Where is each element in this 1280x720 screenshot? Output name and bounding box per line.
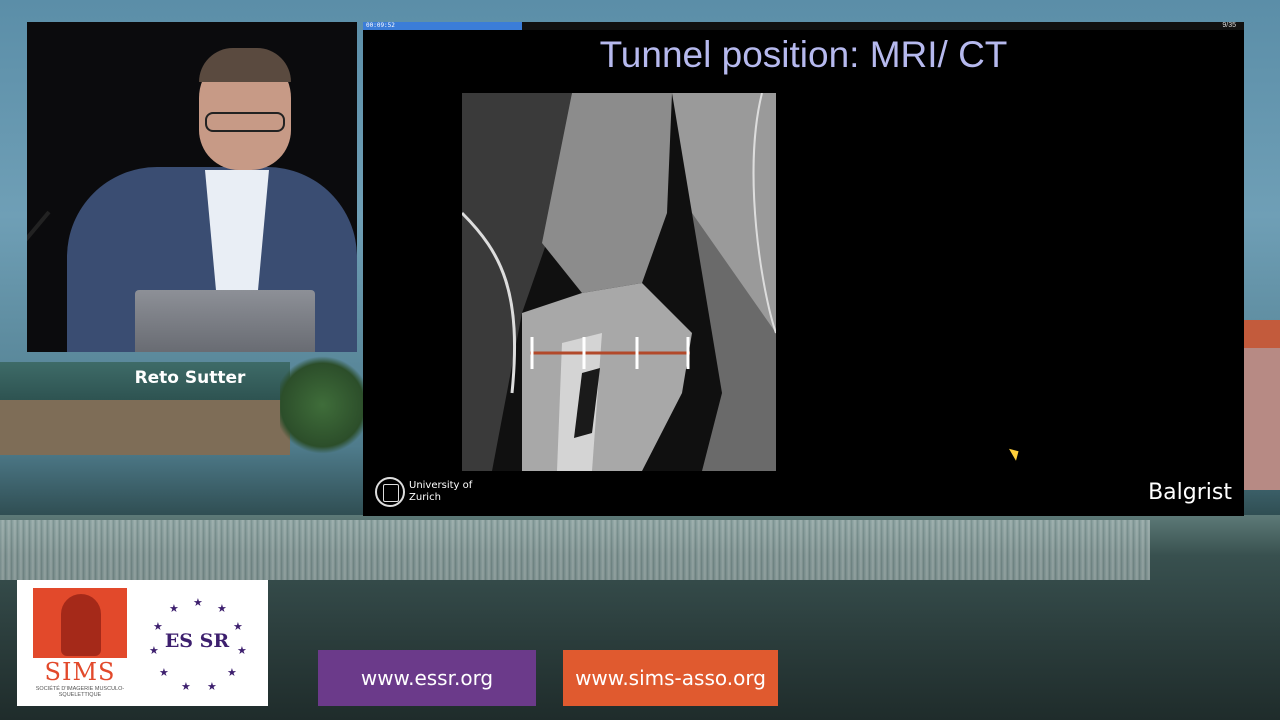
essr-logo: ★ ★ ★ ★ ★ ★ ★ ★ ★ ★ ★ ES SR — [147, 596, 247, 693]
society-logos: SIMS SOCIÉTÉ D'IMAGERIE MUSCULO-SQUELETT… — [17, 580, 268, 706]
star-icon: ★ — [181, 681, 191, 693]
mri-knee-illustration — [462, 93, 776, 471]
presentation-slide: 00:09:52 9/35 Tunnel position: MRI/ CT U… — [363, 22, 1244, 516]
sims-logo-name: SIMS — [44, 658, 116, 686]
background-trees — [280, 350, 365, 460]
speaker-glasses — [205, 112, 285, 132]
playback-timecode: 00:09:52 — [366, 22, 395, 29]
essr-logo-name: ES SR — [164, 630, 230, 652]
slide-page-counter: 9/35 — [1222, 22, 1236, 29]
sims-website-link[interactable]: www.sims-asso.org — [563, 650, 778, 706]
star-icon: ★ — [227, 667, 237, 679]
star-icon: ★ — [169, 603, 179, 615]
star-icon: ★ — [193, 597, 203, 609]
background-weir — [0, 520, 1150, 580]
microphone — [27, 210, 51, 321]
essr-website-link[interactable]: www.essr.org — [318, 650, 536, 706]
laptop — [135, 290, 315, 352]
uzh-label: University of Zurich — [409, 480, 489, 504]
sims-figure-icon — [61, 594, 101, 656]
mri-knee-image — [462, 93, 776, 471]
balgrist-brand: Balgrist — [1148, 480, 1232, 505]
sims-logo-subtitle: SOCIÉTÉ D'IMAGERIE MUSCULO-SQUELETTIQUE — [35, 686, 125, 698]
star-icon: ★ — [217, 603, 227, 615]
playback-progress-track[interactable] — [363, 22, 1244, 30]
background-wall — [0, 400, 290, 455]
speaker-hair — [199, 48, 291, 82]
speaker-name: Reto Sutter — [134, 368, 246, 388]
sims-logo: SIMS SOCIÉTÉ D'IMAGERIE MUSCULO-SQUELETT… — [33, 588, 127, 698]
uzh-name: University of Zurich — [409, 480, 473, 503]
slide-title: Tunnel position: MRI/ CT — [599, 34, 1008, 75]
star-icon: ★ — [159, 667, 169, 679]
uzh-seal-icon — [375, 477, 405, 507]
speaker-video — [27, 22, 357, 352]
star-icon: ★ — [207, 681, 217, 693]
background-building — [1244, 320, 1280, 490]
